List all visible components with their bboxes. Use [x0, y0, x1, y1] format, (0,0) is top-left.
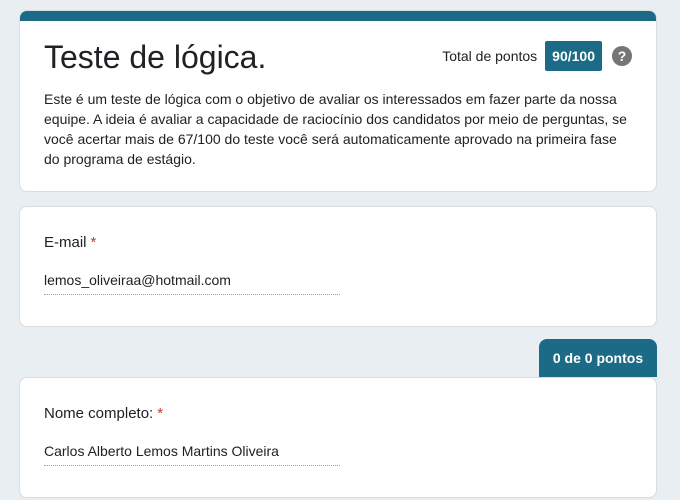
name-answer: Carlos Alberto Lemos Martins Oliveira	[44, 441, 340, 466]
name-question-card: Nome completo: * Carlos Alberto Lemos Mar…	[19, 377, 657, 498]
email-answer: lemos_oliveiraa@hotmail.com	[44, 270, 340, 295]
help-circle-icon[interactable]: ?	[612, 46, 632, 66]
email-label-text: E-mail	[44, 234, 87, 251]
email-question-label: E-mail *	[44, 233, 96, 253]
form-description: Este é um teste de lógica com o objetivo…	[44, 91, 627, 167]
name-label-text: Nome completo:	[44, 405, 154, 422]
total-points-badge: 90/100	[545, 41, 602, 71]
total-points: Total de pontos 90/100 ?	[442, 41, 632, 71]
form-header-card: Teste de lógica. Total de pontos 90/100 …	[19, 10, 657, 192]
total-points-label: Total de pontos	[442, 48, 538, 64]
section-points-tab: 0 de 0 pontos	[539, 339, 657, 377]
required-asterisk: *	[157, 405, 164, 422]
email-question-card: E-mail * lemos_oliveiraa@hotmail.com	[19, 206, 657, 327]
header-accent-strip	[20, 11, 656, 21]
required-asterisk: *	[90, 234, 97, 251]
name-question-label: Nome completo: *	[44, 404, 163, 424]
form-title: Teste de lógica.	[44, 39, 267, 75]
